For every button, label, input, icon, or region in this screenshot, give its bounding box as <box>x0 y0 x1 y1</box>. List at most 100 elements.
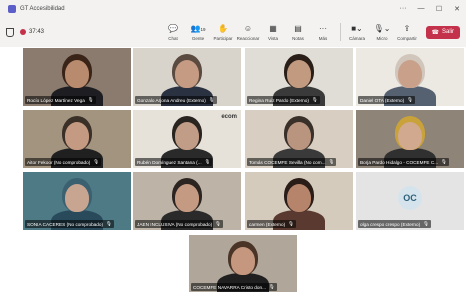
shield-icon[interactable] <box>6 27 14 37</box>
more-button[interactable]: ··· Más <box>311 24 336 41</box>
participant-name-tag: SONIA CACERES (No comprobado) 🎙 <box>25 220 114 228</box>
participant-tile[interactable]: carmen (Externo) 🎙 <box>245 172 353 230</box>
window-controls: ··· — ☐ ✕ <box>394 5 466 13</box>
participant-face <box>287 60 311 88</box>
view-icon: ▦ <box>269 23 277 33</box>
participant-tile[interactable]: Rocío López Martínez Vega 🎙 <box>23 48 131 106</box>
view-button[interactable]: ▦ Vista <box>261 24 286 41</box>
mic-button[interactable]: 🎙⌄ Micro <box>370 24 395 41</box>
participant-face <box>65 184 89 212</box>
recording-icon <box>20 29 26 35</box>
share-icon: ⇪ <box>403 23 411 33</box>
participant-tile[interactable]: OC olga crespo crespo (Externo) 🎙 <box>356 172 464 230</box>
participant-face <box>231 247 255 275</box>
participant-name: Daniel OTA (Externo) <box>360 97 405 103</box>
participant-tile[interactable]: Daniel OTA (Externo) 🎙 <box>356 48 464 106</box>
participant-name-tag: carmen (Externo) 🎙 <box>247 220 296 228</box>
mic-muted-icon: 🎙 <box>106 221 112 226</box>
participant-name-tag: Regina Ruiz Pardo (Externo) 🎙 <box>247 96 320 104</box>
mic-muted-icon: 🎙 <box>311 97 318 102</box>
notes-icon: ▤ <box>294 23 302 33</box>
meeting-toolbar: 37:43 💬 Chat 👥19 Gente ✋ Participar ☺ Re… <box>0 17 466 48</box>
mic-muted-icon: 🎙 <box>423 221 429 226</box>
avatar: OC <box>398 185 422 210</box>
participant-tile[interactable]: JAEN INCLUSIVA (No comprobado) 🎙 <box>133 172 241 230</box>
mic-muted-icon: 🎙 <box>93 159 100 164</box>
window-title: GT Accesibilidad <box>20 5 65 12</box>
participant-tile[interactable]: Tomás COCEMFE Sevilla (No com... 🎙 <box>245 110 353 168</box>
share-label: Compartir <box>397 35 417 41</box>
camera-label: Cámara <box>348 35 365 41</box>
mic-muted-icon: 🎙 <box>288 221 294 226</box>
people-label: Gente <box>191 35 205 41</box>
chat-button[interactable]: 💬 Chat <box>161 24 186 41</box>
participant-name-tag: Borja Pardo Hidalgo - COCEMFE C... 🎙 <box>358 158 449 166</box>
participant-name: Rubén Domínguez Santana (... <box>137 159 202 165</box>
background-logo: ecom <box>221 114 237 120</box>
participant-tile[interactable]: ecom Rubén Domínguez Santana (... 🎙 <box>133 110 241 168</box>
toolbar-actions: 💬 Chat 👥19 Gente ✋ Participar ☺ Reaccion… <box>161 23 460 41</box>
raise-hand-button[interactable]: ✋ Participar <box>211 24 236 41</box>
camera-icon: ■⌄ <box>351 23 363 33</box>
participant-tile[interactable]: Borja Pardo Hidalgo - COCEMFE C... 🎙 <box>356 110 464 168</box>
more-label: Más <box>318 35 328 41</box>
participant-name-tag: COCEMFE NAVARRA Cristo don... 🎙 <box>191 283 277 291</box>
participant-tile[interactable]: Regina Ruiz Pardo (Externo) 🎙 <box>245 48 353 106</box>
participant-name: Rocío López Martínez Vega <box>27 97 85 103</box>
participant-name-tag: olga crespo crespo (Externo) 🎙 <box>358 220 431 228</box>
participant-name: SONIA CACERES (No comprobado) <box>27 221 104 227</box>
title-bar: GT Accesibilidad ··· — ☐ ✕ <box>0 0 466 17</box>
participant-name: Regina Ruiz Pardo (Externo) <box>249 97 309 103</box>
participant-face <box>287 184 311 212</box>
participant-name: Tomás COCEMFE Sevilla (No com... <box>249 159 326 165</box>
react-icon: ☺ <box>243 23 253 33</box>
participant-face <box>287 122 311 150</box>
participant-name: COCEMFE NAVARRA Cristo don... <box>193 284 267 290</box>
react-label: Reaccionar <box>236 35 260 41</box>
more-icon: ··· <box>319 23 327 33</box>
people-count-badge: 19 <box>200 26 206 32</box>
people-button[interactable]: 👥19 Gente <box>186 24 211 41</box>
mic-muted-icon: 🎙 <box>87 97 94 102</box>
view-label: Vista <box>268 35 278 41</box>
leave-label: Salir <box>441 29 454 35</box>
participant-tile[interactable]: Aitor Fekoor (No comprobado) 🎙 <box>23 110 131 168</box>
mic-muted-icon: 🎙 <box>441 159 447 164</box>
participant-face <box>398 60 422 88</box>
leave-button[interactable]: ☎ Salir <box>425 25 460 39</box>
meeting-status: 37:43 <box>6 27 45 37</box>
raise-hand-label: Participar <box>213 35 233 41</box>
mic-muted-icon: 🎙 <box>328 159 335 164</box>
more-options-icon[interactable]: ··· <box>394 5 412 13</box>
chat-icon: 💬 <box>168 23 178 33</box>
maximize-icon[interactable]: ☐ <box>430 5 448 13</box>
participant-face <box>398 122 422 150</box>
participant-name-tag: JAEN INCLUSIVA (No comprobado) 🎙 <box>135 220 223 228</box>
notes-button[interactable]: ▤ Notas <box>286 24 311 41</box>
toolbar-divider <box>339 23 341 41</box>
meeting-timer: 37:43 <box>29 29 45 35</box>
participant-name: Gonzalo Arjona Andreu (Externo) <box>137 97 206 103</box>
participant-name-tag: Tomás COCEMFE Sevilla (No com... 🎙 <box>247 158 337 166</box>
participant-face <box>175 60 199 88</box>
participant-face <box>65 122 89 150</box>
minimize-icon[interactable]: — <box>412 5 430 13</box>
participant-tile[interactable]: COCEMFE NAVARRA Cristo don... 🎙 <box>189 235 297 292</box>
participant-tile[interactable]: Gonzalo Arjona Andreu (Externo) 🎙 <box>133 48 241 106</box>
participant-name: Aitor Fekoor (No comprobado) <box>27 159 91 165</box>
share-button[interactable]: ⇪ Compartir <box>395 24 420 41</box>
participant-tile[interactable]: SONIA CACERES (No comprobado) 🎙 <box>23 172 131 230</box>
close-icon[interactable]: ✕ <box>448 5 466 13</box>
participant-name-tag: Rubén Domínguez Santana (... 🎙 <box>135 158 213 166</box>
participant-name: Borja Pardo Hidalgo - COCEMFE C... <box>360 159 439 165</box>
participant-name-tag: Gonzalo Arjona Andreu (Externo) 🎙 <box>135 96 217 104</box>
react-button[interactable]: ☺ Reaccionar <box>236 24 261 41</box>
mic-label: Micro <box>376 35 388 41</box>
participant-face <box>65 60 89 88</box>
mic-muted-icon: 🎙 <box>215 221 221 226</box>
participant-face <box>175 184 199 212</box>
camera-button[interactable]: ■⌄ Cámara <box>345 24 370 41</box>
participant-name: olga crespo crespo (Externo) <box>360 221 421 227</box>
people-icon: 👥19 <box>190 23 206 33</box>
participant-name: carmen (Externo) <box>249 221 286 227</box>
